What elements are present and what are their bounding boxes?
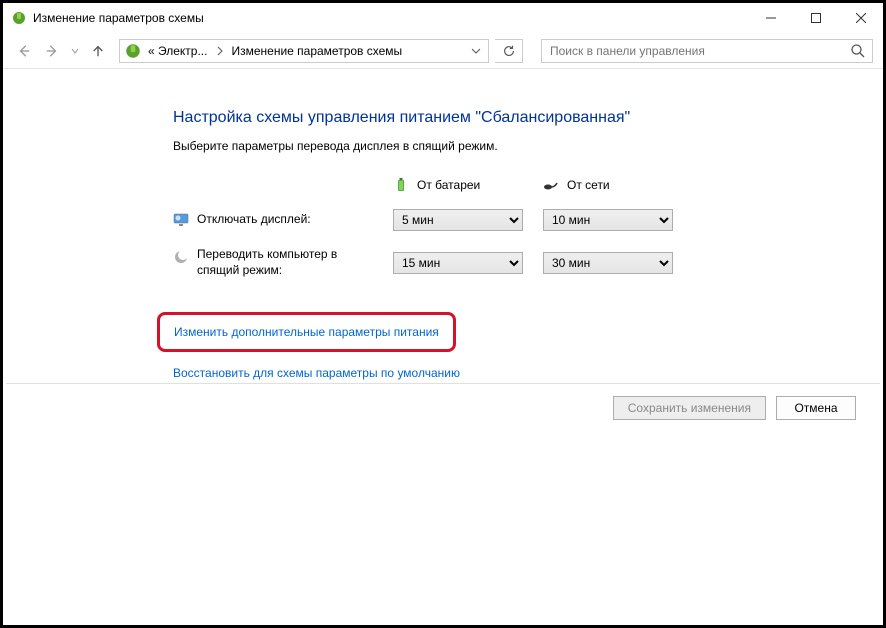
page-subtext: Выберите параметры перевода дисплея в сп… <box>173 139 883 153</box>
breadcrumb-seg-2[interactable]: Изменение параметров схемы <box>227 40 408 62</box>
page-heading: Настройка схемы управления питанием "Сба… <box>173 109 883 127</box>
window-controls <box>748 3 883 33</box>
power-plan-icon <box>124 42 142 60</box>
maximize-button[interactable] <box>793 3 838 33</box>
cancel-button[interactable]: Отмена <box>776 396 856 420</box>
chevron-right-icon <box>213 46 227 56</box>
row-label-display: Отключать дисплей: <box>197 212 311 228</box>
breadcrumb[interactable]: « Электр... Изменение параметров схемы <box>119 39 489 63</box>
content-area: Настройка схемы управления питанием "Сба… <box>3 69 883 380</box>
column-label-battery: От батареи <box>417 178 480 192</box>
nav-toolbar: « Электр... Изменение параметров схемы <box>3 33 883 69</box>
column-header-battery: От батареи <box>393 177 523 193</box>
links-area: Изменить дополнительные параметры питани… <box>173 312 883 380</box>
monitor-icon <box>173 212 189 228</box>
minimize-button[interactable] <box>748 3 793 33</box>
row-label-sleep: Переводить компьютер в спящий режим: <box>197 247 373 278</box>
breadcrumb-dropdown[interactable] <box>466 47 486 55</box>
search-input[interactable] <box>548 43 850 59</box>
up-button[interactable] <box>87 40 109 62</box>
titlebar: Изменение параметров схемы <box>3 3 883 33</box>
search-icon <box>850 43 866 59</box>
power-options-icon <box>11 10 27 26</box>
column-header-plugged: От сети <box>543 177 673 193</box>
column-label-plugged: От сети <box>567 178 610 192</box>
back-button[interactable] <box>13 40 35 62</box>
window-title: Изменение параметров схемы <box>33 11 748 25</box>
search-box[interactable] <box>541 39 873 63</box>
history-dropdown[interactable] <box>69 47 81 55</box>
forward-button[interactable] <box>41 40 63 62</box>
sleep-plugged-select[interactable]: 30 мин <box>543 252 673 274</box>
row-sleep: Переводить компьютер в спящий режим: <box>173 247 373 278</box>
battery-icon <box>393 177 409 193</box>
display-off-plugged-select[interactable]: 10 мин <box>543 209 673 231</box>
sleep-battery-select[interactable]: 15 мин <box>393 252 523 274</box>
close-button[interactable] <box>838 3 883 33</box>
restore-defaults-link[interactable]: Восстановить для схемы параметры по умол… <box>173 366 460 380</box>
advanced-settings-link[interactable]: Изменить дополнительные параметры питани… <box>174 325 439 339</box>
highlight-annotation: Изменить дополнительные параметры питани… <box>157 312 456 352</box>
save-button[interactable]: Сохранить изменения <box>613 396 766 420</box>
breadcrumb-seg-1[interactable]: « Электр... <box>144 40 213 62</box>
refresh-button[interactable] <box>495 39 523 63</box>
moon-icon <box>173 249 189 265</box>
footer-buttons: Сохранить изменения Отмена <box>6 383 880 420</box>
row-display-off: Отключать дисплей: <box>173 212 373 228</box>
plug-icon <box>543 177 559 193</box>
display-off-battery-select[interactable]: 5 мин <box>393 209 523 231</box>
